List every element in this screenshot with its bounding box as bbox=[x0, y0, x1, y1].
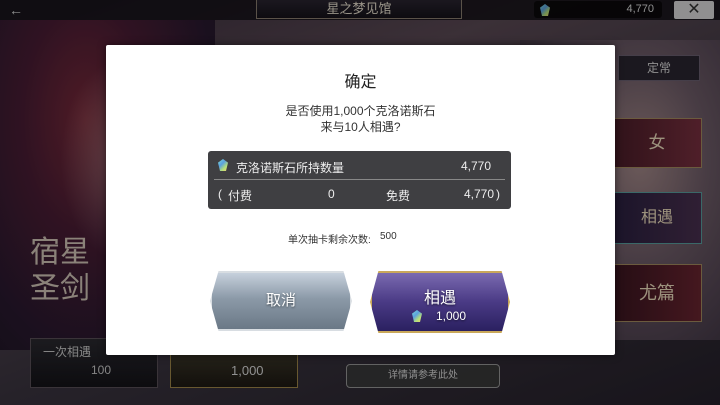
divider bbox=[214, 179, 505, 180]
remaining-draws: 单次抽卡剩余次数: 500 bbox=[288, 231, 397, 246]
dialog-message: 是否使用1,000个克洛诺斯石 来与10人相遇? bbox=[106, 103, 615, 135]
free-value: 4,770 bbox=[464, 187, 495, 201]
dialog-title: 确定 bbox=[344, 74, 377, 91]
confirm-dialog: 确定 是否使用1,000个克洛诺斯石 来与10人相遇? 克洛诺斯石所持数量 4,… bbox=[106, 45, 615, 355]
remaining-draws-label: 单次抽卡剩余次数: bbox=[288, 235, 371, 246]
stone-balance-panel: 克洛诺斯石所持数量 4,770 ( 付费 0 免费 4,770 ) bbox=[208, 151, 511, 209]
stone-breakdown-row: ( 付费 0 免费 4,770 ) bbox=[208, 181, 511, 209]
paid-label: 付费 bbox=[228, 189, 253, 203]
dialog-message-line-1: 是否使用1,000个克洛诺斯石 bbox=[285, 104, 436, 118]
remaining-draws-value: 500 bbox=[380, 231, 397, 242]
chronos-stone-icon bbox=[412, 310, 422, 322]
stone-total-value: 4,770 bbox=[460, 159, 491, 173]
stone-total-row: 克洛诺斯石所持数量 4,770 bbox=[208, 151, 511, 179]
stone-total-label: 克洛诺斯石所持数量 bbox=[236, 161, 345, 175]
cancel-button[interactable]: 取消 bbox=[210, 271, 352, 331]
chronos-stone-icon bbox=[218, 159, 228, 171]
dialog-message-line-2: 来与10人相遇? bbox=[320, 120, 401, 134]
open-paren: ( bbox=[218, 187, 222, 201]
paid-value: 0 bbox=[328, 187, 335, 201]
confirm-draw-label: 相遇 bbox=[423, 290, 456, 307]
confirm-draw-button[interactable]: 相遇 1,000 bbox=[370, 271, 510, 333]
free-label: 免费 bbox=[386, 189, 411, 203]
close-paren: ) bbox=[496, 187, 500, 201]
confirm-draw-cost: 1,000 bbox=[436, 309, 467, 323]
